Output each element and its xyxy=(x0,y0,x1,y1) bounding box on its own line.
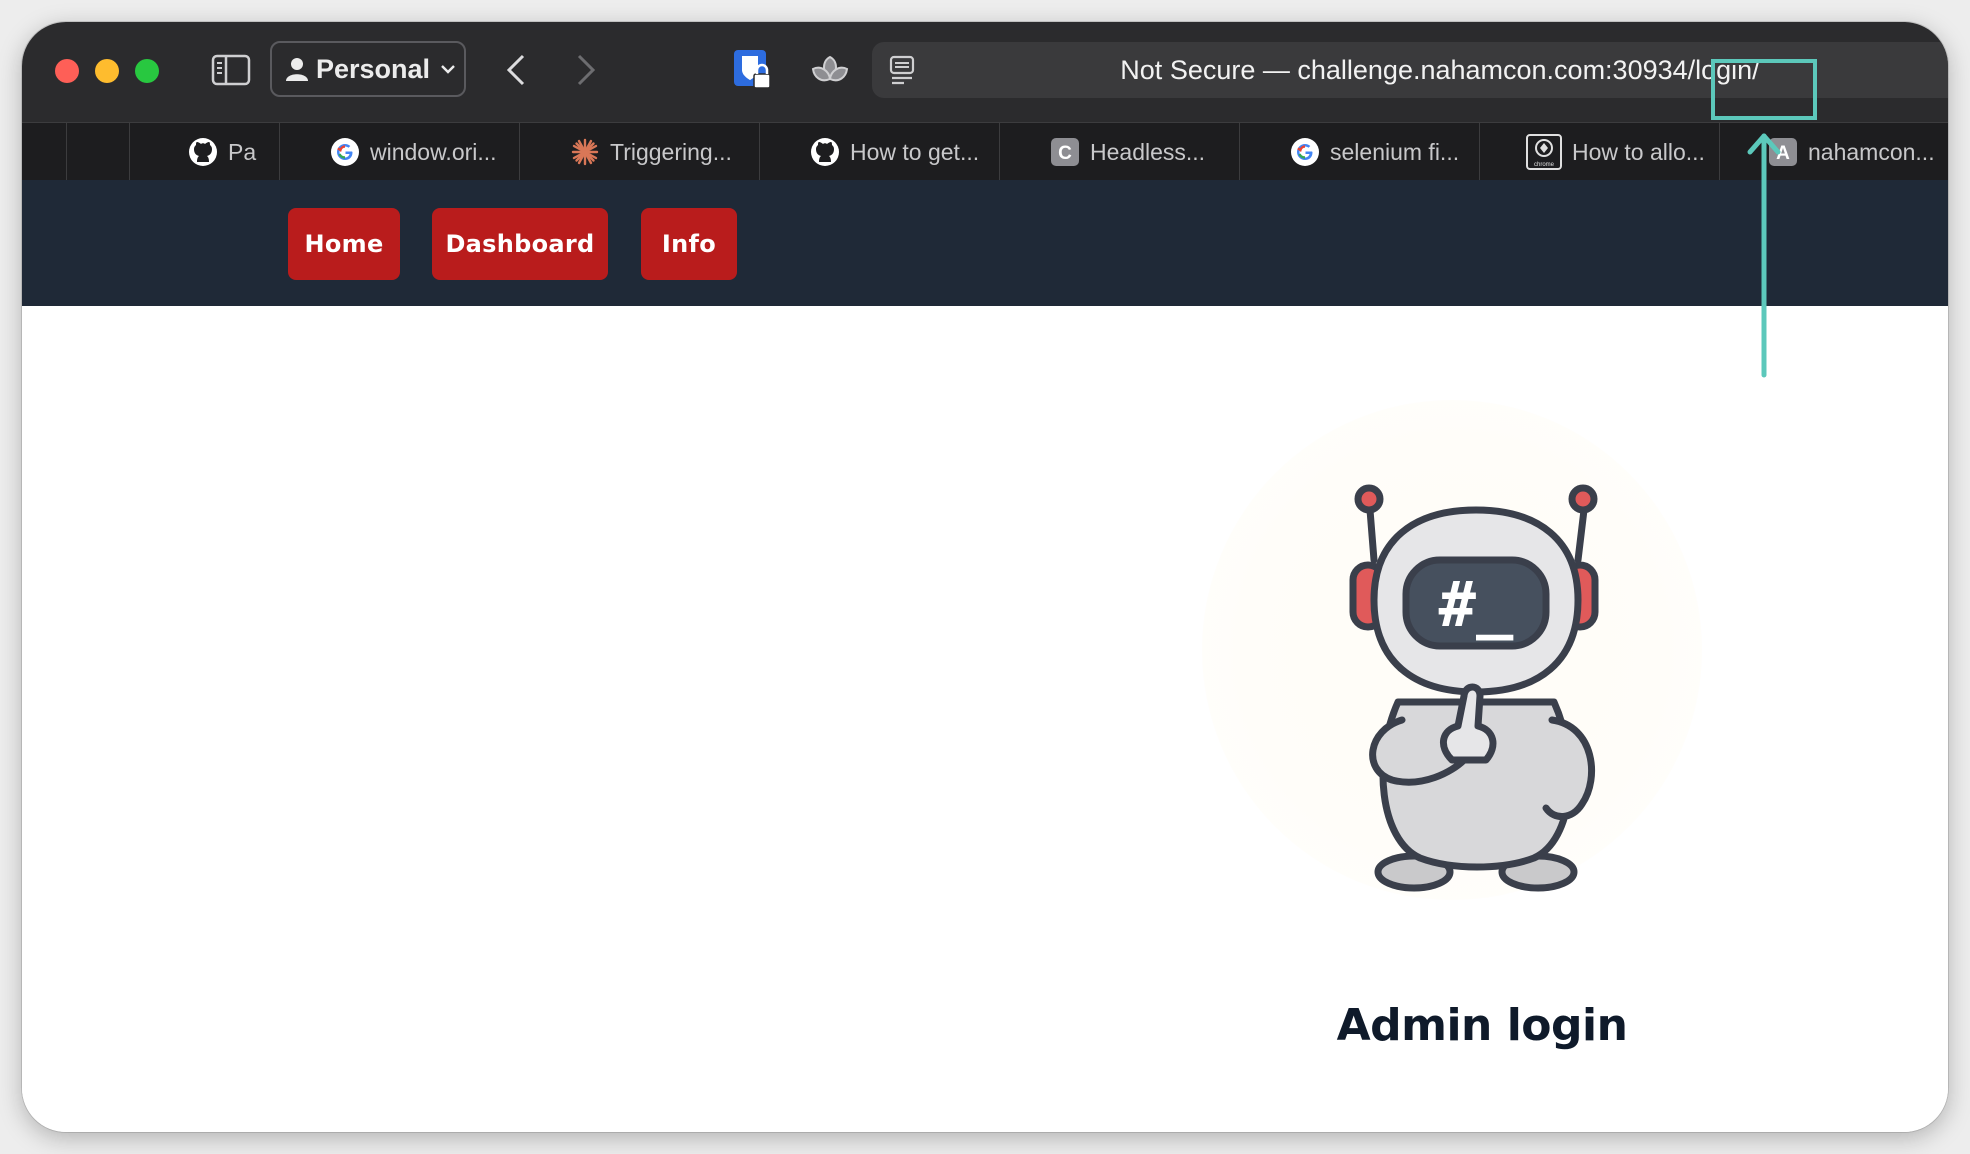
tab-4[interactable]: How to get... xyxy=(759,123,999,181)
password-extension-icon[interactable] xyxy=(732,48,772,92)
tab-label: How to allo... xyxy=(1572,138,1705,165)
back-arrow-icon[interactable] xyxy=(500,52,532,88)
tab-label: Pa xyxy=(228,138,257,165)
tab-2[interactable]: window.ori... xyxy=(279,123,519,181)
home-button[interactable]: Home xyxy=(288,208,400,280)
tab-5[interactable]: C Headless... xyxy=(999,123,1239,181)
url-path-highlight-box xyxy=(1711,59,1817,120)
browser-window: Personal Not Secure — challenge.nahamcon… xyxy=(22,22,1948,1132)
tab-7[interactable]: chrome How to allo... xyxy=(1479,123,1719,181)
chrome-docs-icon: chrome xyxy=(1526,134,1562,170)
chevron-down-icon xyxy=(440,63,456,75)
tab-1[interactable]: Pa xyxy=(129,123,279,181)
highlight-arrow-icon xyxy=(1747,133,1781,378)
extension-leaf-icon[interactable] xyxy=(808,52,852,90)
svg-text:C: C xyxy=(1058,143,1072,164)
robot-mascot-image: #_ xyxy=(1202,400,1702,900)
c-letter-icon: C xyxy=(1050,137,1080,167)
google-icon xyxy=(1290,137,1320,167)
robot-screen-text: #_ xyxy=(1439,568,1514,641)
tab-divider xyxy=(66,123,67,181)
github-icon xyxy=(188,137,218,167)
profile-selector[interactable]: Personal xyxy=(270,41,466,97)
site-navbar: Home Dashboard Info xyxy=(22,180,1948,306)
zoom-window-button[interactable] xyxy=(135,59,159,83)
browser-toolbar: Personal Not Secure — challenge.nahamcon… xyxy=(22,22,1948,122)
tab-bar: Pa window.ori... Triggering... How to ge… xyxy=(22,122,1948,181)
tab-label: nahamcon... xyxy=(1808,138,1935,165)
tab-label: window.ori... xyxy=(370,138,497,165)
tab-label: selenium fi... xyxy=(1330,138,1460,165)
admin-login-heading: Admin login xyxy=(1336,1000,1628,1051)
minimize-window-button[interactable] xyxy=(95,59,119,83)
sidebar-toggle-icon[interactable] xyxy=(210,52,252,88)
tab-label: How to get... xyxy=(850,138,980,165)
tab-label: Triggering... xyxy=(610,138,732,165)
info-button[interactable]: Info xyxy=(641,208,737,280)
github-icon xyxy=(810,137,840,167)
google-icon xyxy=(330,137,360,167)
tab-6[interactable]: selenium fi... xyxy=(1239,123,1479,181)
profile-label: Personal xyxy=(316,53,431,84)
dashboard-button[interactable]: Dashboard xyxy=(432,208,608,280)
svg-text:chrome: chrome xyxy=(1534,162,1555,168)
close-window-button[interactable] xyxy=(55,59,79,83)
tab-label: Headless... xyxy=(1090,138,1206,165)
web-page: Home Dashboard Info #_ Admin login xyxy=(22,180,1948,1132)
forward-arrow-icon[interactable] xyxy=(570,52,602,88)
claude-icon xyxy=(570,137,600,167)
tab-3[interactable]: Triggering... xyxy=(519,123,759,181)
person-icon xyxy=(286,57,308,81)
